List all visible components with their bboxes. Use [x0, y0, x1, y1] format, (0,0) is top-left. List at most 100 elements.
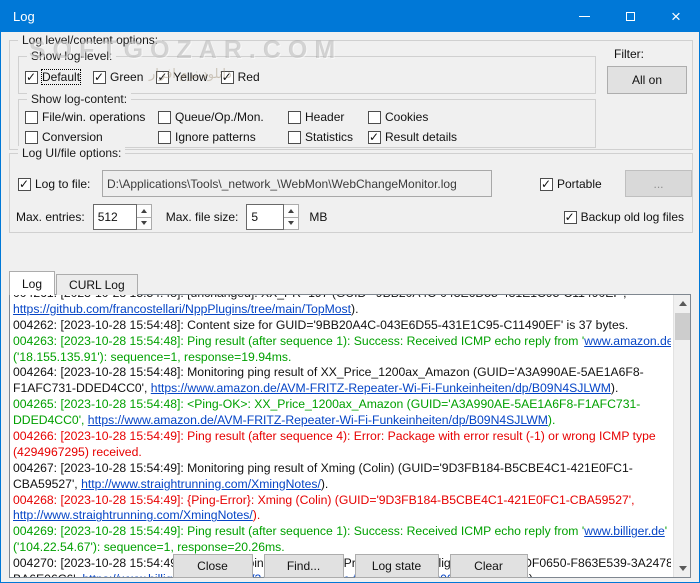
log-line: ('18.155.135.91'): sequence=1, response=… — [13, 350, 671, 366]
checkbox-file-win-operations[interactable]: File/win. operations — [25, 110, 158, 124]
log-text-segment: ). — [611, 381, 618, 395]
log-link[interactable]: http://www.straightrunning.com/XmingNote… — [81, 477, 321, 491]
all-on-button[interactable]: All on — [607, 66, 687, 94]
max-size-up-button[interactable] — [284, 204, 299, 218]
log-text-segment: 004263: [2023-10-28 15:54:48]: Ping resu… — [13, 334, 584, 348]
checkbox-file-win-box — [25, 111, 38, 124]
checkbox-yellow-box — [156, 71, 169, 84]
close-window-button[interactable]: × — [653, 1, 699, 32]
log-text-segment: CBA59527', — [13, 477, 81, 491]
group-level-content-options: Log level/content options: Show log-leve… — [9, 40, 693, 150]
checkbox-yellow-label: Yellow — [173, 70, 207, 84]
checkbox-cookies[interactable]: Cookies — [368, 110, 591, 124]
log-state-button[interactable]: Log state — [355, 554, 439, 578]
minimize-button[interactable] — [561, 1, 607, 32]
clear-button[interactable]: Clear — [450, 554, 528, 578]
max-entries-up-button[interactable] — [137, 204, 152, 218]
log-line: 004267: [2023-10-28 15:54:49]: Monitorin… — [13, 461, 671, 477]
checkbox-queue-op-mon[interactable]: Queue/Op./Mon. — [158, 110, 288, 124]
checkbox-result-details[interactable]: Result details — [368, 130, 591, 144]
checkbox-cookies-box — [368, 111, 381, 124]
log-text-segment: 004265: [2023-10-28 15:54:48]: <Ping-OK>… — [13, 397, 640, 411]
log-text-area[interactable]: 004261: [2023-10-28 15:54:48]: [unchange… — [13, 295, 671, 577]
max-size-down-button[interactable] — [284, 218, 299, 231]
checkbox-portable-box — [540, 178, 553, 191]
close-icon: × — [671, 8, 681, 25]
maximize-button[interactable] — [607, 1, 653, 32]
log-line: F1AFC731-DDED4CC0', https://www.amazon.d… — [13, 381, 671, 397]
filter-label: Filter: — [614, 47, 644, 61]
log-lines: 004261: [2023-10-28 15:54:48]: [unchange… — [13, 295, 671, 577]
checkbox-result-details-box — [368, 131, 381, 144]
checkbox-backup-box — [564, 211, 577, 224]
log-line: 004265: [2023-10-28 15:54:48]: <Ping-OK>… — [13, 397, 671, 413]
log-link[interactable]: https://github.com/francostellari/NppPlu… — [13, 302, 351, 316]
log-text-segment: 004261: [2023-10-28 15:54:48]: [unchange… — [13, 295, 627, 300]
bottom-button-row: Close Find... Log state Clear — [1, 554, 699, 578]
checkbox-queue-box — [158, 111, 171, 124]
checkbox-green[interactable]: Green — [93, 70, 143, 84]
log-text-segment: 004268: [2023-10-28 15:54:49]: {Ping-Err… — [13, 493, 634, 507]
checkbox-conversion[interactable]: Conversion — [25, 130, 158, 144]
down-arrow-icon — [141, 221, 147, 225]
log-text-segment: ('104.22.54.67'): sequence=1, response=2… — [13, 540, 285, 554]
tab-curl-log[interactable]: CURL Log — [56, 274, 138, 295]
log-text-segment: DDED4CC0', — [13, 413, 88, 427]
max-entries-down-button[interactable] — [137, 218, 152, 231]
maximize-icon — [626, 12, 635, 21]
title-bar[interactable]: Log × — [1, 1, 699, 32]
checkbox-yellow[interactable]: Yellow — [156, 70, 207, 84]
log-text-segment: 004269: [2023-10-28 15:54:49]: Ping resu… — [13, 524, 584, 538]
checkbox-statistics-box — [288, 131, 301, 144]
scroll-up-button[interactable] — [674, 295, 691, 312]
log-line: 004266: [2023-10-28 15:54:49]: Ping resu… — [13, 429, 671, 445]
vertical-scrollbar[interactable] — [673, 295, 690, 577]
log-text-segment: ' — [665, 524, 667, 538]
close-button[interactable]: Close — [173, 554, 253, 578]
scroll-up-icon — [679, 301, 687, 306]
checkbox-default-label: Default — [42, 70, 80, 84]
checkbox-ignore-box — [158, 131, 171, 144]
checkbox-default[interactable]: Default — [25, 70, 80, 84]
log-text-segment: 004267: [2023-10-28 15:54:49]: Monitorin… — [13, 461, 633, 475]
checkbox-portable[interactable]: Portable — [540, 177, 602, 191]
max-file-size-input[interactable]: 5 — [246, 204, 284, 230]
log-file-path-field[interactable]: D:\Applications\Tools\_network_\WebMon\W… — [102, 170, 492, 197]
checkbox-backup-old-log-files[interactable]: Backup old log files — [564, 210, 684, 224]
log-line: 004262: [2023-10-28 15:54:48]: Content s… — [13, 318, 671, 334]
log-link[interactable]: www.billiger.de — [584, 524, 665, 538]
up-arrow-icon — [141, 209, 147, 213]
checkbox-default-box — [25, 71, 38, 84]
group-show-log-level: Show log-level: Default Green Yellow Red — [18, 56, 596, 94]
log-link[interactable]: https://www.amazon.de/AVM-FRITZ-Repeater… — [88, 413, 548, 427]
tab-log[interactable]: Log — [9, 271, 55, 295]
max-entries-input[interactable]: 512 — [93, 204, 137, 230]
log-text-segment: ). — [351, 302, 358, 316]
find-button[interactable]: Find... — [264, 554, 344, 578]
checkbox-header[interactable]: Header — [288, 110, 368, 124]
checkbox-red[interactable]: Red — [221, 70, 260, 84]
log-link[interactable]: http://www.straightrunning.com/XmingNote… — [13, 508, 253, 522]
show-log-level-label: Show log-level: — [27, 49, 116, 63]
log-link[interactable]: https://www.amazon.de/AVM-FRITZ-Repeater… — [151, 381, 611, 395]
checkbox-statistics[interactable]: Statistics — [288, 130, 368, 144]
checkbox-log-to-file[interactable]: Log to file: — [18, 177, 90, 191]
show-log-content-label: Show log-content: — [27, 92, 131, 106]
log-text-segment: ). — [321, 477, 328, 491]
scrollbar-thumb[interactable] — [675, 313, 690, 340]
log-line: 004264: [2023-10-28 15:54:48]: Monitorin… — [13, 365, 671, 381]
max-entries-label: Max. entries: — [16, 210, 85, 224]
checkbox-green-box — [93, 71, 106, 84]
max-file-size-spinner: 5 — [246, 204, 299, 230]
log-line: DDED4CC0', https://www.amazon.de/AVM-FRI… — [13, 413, 671, 429]
group-log-ui-file-options: Log UI/file options: Log to file: D:\App… — [9, 153, 693, 233]
log-text-segment: 004266: [2023-10-28 15:54:49]: Ping resu… — [13, 429, 656, 443]
log-text-segment: 004264: [2023-10-28 15:54:48]: Monitorin… — [13, 365, 644, 379]
log-link[interactable]: www.amazon.de — [584, 334, 671, 348]
minimize-icon — [579, 16, 590, 17]
log-ui-file-options-label: Log UI/file options: — [18, 146, 125, 160]
log-output-panel[interactable]: 004261: [2023-10-28 15:54:48]: [unchange… — [9, 294, 691, 578]
browse-button[interactable]: ... — [625, 170, 692, 197]
checkbox-ignore-patterns[interactable]: Ignore patterns — [158, 130, 288, 144]
log-line: CBA59527', http://www.straightrunning.co… — [13, 477, 671, 493]
